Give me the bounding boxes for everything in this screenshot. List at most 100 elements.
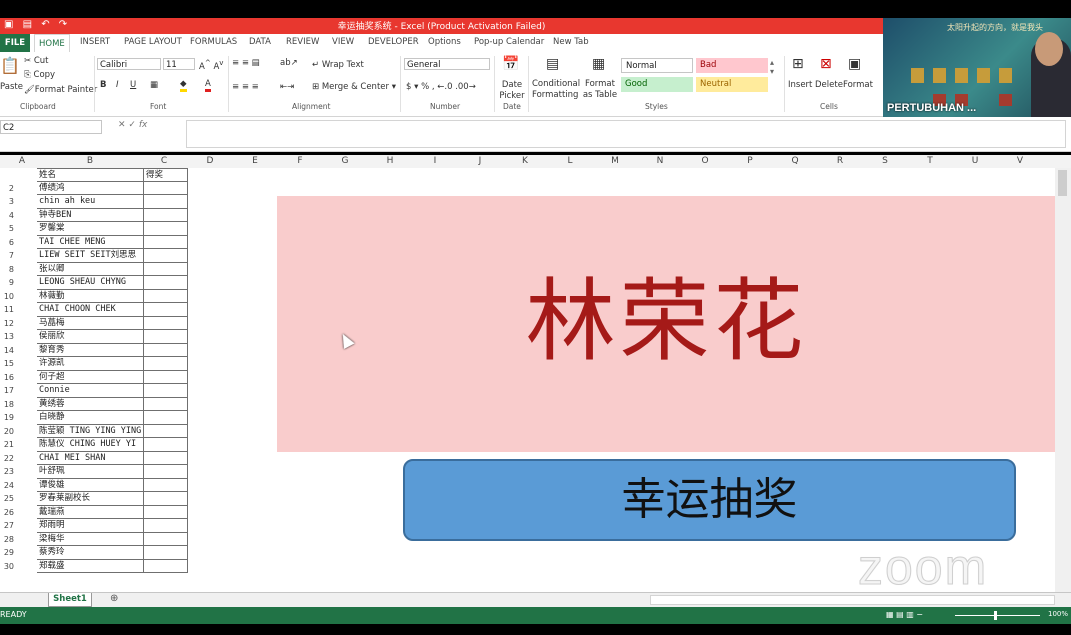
column-header-o[interactable]: O <box>695 155 715 168</box>
style-normal[interactable]: Normal <box>621 58 693 73</box>
name-cell[interactable]: LEONG SHEAU CHYNG <box>37 276 143 290</box>
row-header[interactable]: 29 <box>0 548 14 557</box>
prize-cell[interactable] <box>143 208 188 222</box>
paste-icon[interactable]: 📋 <box>0 56 20 75</box>
date-picker-button[interactable]: Date Picker <box>498 80 526 102</box>
row-header[interactable]: 22 <box>0 454 14 463</box>
row-header[interactable]: 5 <box>0 224 14 233</box>
name-cell[interactable]: 郑载盛 <box>37 560 143 573</box>
tab-formulas[interactable]: FORMULAS <box>190 37 237 47</box>
font-name-select[interactable]: Calibri <box>97 58 161 70</box>
tab-view[interactable]: VIEW <box>332 37 354 47</box>
worksheet-grid[interactable]: 姓名 得奖 林荣花 幸运抽奖 zoom 2 傅绩鸿 3 chin ah keu 4 钟寺B… <box>0 168 1055 592</box>
prize-cell[interactable] <box>143 411 188 425</box>
row-header[interactable]: 17 <box>0 386 14 395</box>
number-format-select[interactable]: General <box>404 58 490 70</box>
name-cell[interactable]: 黄绣蓉 <box>37 398 143 411</box>
column-header-b[interactable]: B <box>80 155 100 168</box>
prize-cell[interactable] <box>143 559 188 573</box>
prize-cell[interactable] <box>143 316 188 330</box>
row-header[interactable]: 4 <box>0 211 14 220</box>
prize-cell[interactable] <box>143 370 188 384</box>
prize-cell[interactable] <box>143 546 188 560</box>
name-cell[interactable]: 何子超 <box>37 371 143 384</box>
name-cell[interactable]: TAI CHEE MENG <box>37 236 143 249</box>
borders-icon[interactable]: ▦ <box>150 80 158 90</box>
name-cell[interactable]: 戴瑞燕 <box>37 506 143 519</box>
row-header[interactable]: 13 <box>0 332 14 341</box>
column-header-s[interactable]: S <box>875 155 895 168</box>
tab-home[interactable]: HOME <box>34 34 70 53</box>
insert-cells-button[interactable]: Insert <box>788 80 812 90</box>
row-header[interactable]: 15 <box>0 359 14 368</box>
name-cell[interactable]: 罗馨棠 <box>37 222 143 236</box>
prize-cell[interactable] <box>143 532 188 546</box>
align-top-icon[interactable]: ≡ ≡ ▤ <box>232 58 260 68</box>
enter-icon[interactable]: ✓ <box>128 120 136 130</box>
row-header[interactable]: 23 <box>0 467 14 476</box>
style-good[interactable]: Good <box>621 77 693 92</box>
zoom-video-thumbnail[interactable]: 太阳升起的方向，就是我头 PERTUBUHAN ... <box>883 18 1071 122</box>
row-header[interactable]: 7 <box>0 251 14 260</box>
name-cell[interactable]: 马蕌梅 <box>37 317 143 330</box>
lucky-draw-button[interactable]: 幸运抽奖 <box>403 459 1016 541</box>
column-header-a[interactable]: A <box>12 155 32 168</box>
name-cell[interactable]: 林薇勤 <box>37 290 143 303</box>
prize-cell[interactable] <box>143 424 188 438</box>
column-header-n[interactable]: N <box>650 155 670 168</box>
tab-data[interactable]: DATA <box>249 37 271 47</box>
name-cell[interactable]: 许源凯 <box>37 357 143 371</box>
prize-cell[interactable] <box>143 235 188 249</box>
row-header[interactable]: 16 <box>0 373 14 382</box>
tab-developer[interactable]: DEVELOPER <box>368 37 419 47</box>
tab-page-layout[interactable]: PAGE LAYOUT <box>124 37 182 47</box>
row-header[interactable]: 19 <box>0 413 14 422</box>
format-as-table-button[interactable]: Format as Table <box>580 79 620 101</box>
column-header-v[interactable]: V <box>1010 155 1030 168</box>
orientation-icon[interactable]: ab↗ <box>280 58 298 68</box>
row-header[interactable]: 2 <box>0 184 14 193</box>
prize-cell[interactable] <box>143 478 188 492</box>
prize-cell[interactable] <box>143 262 188 276</box>
prize-cell[interactable] <box>143 451 188 465</box>
prize-cell[interactable] <box>143 289 188 303</box>
add-sheet-icon[interactable]: ⊕ <box>110 593 118 604</box>
zoom-slider[interactable] <box>955 615 1040 616</box>
name-cell[interactable]: 傅绩鸿 <box>37 182 143 195</box>
name-cell[interactable]: 钟寺BEN <box>37 209 143 222</box>
vertical-scroll-thumb[interactable] <box>1058 170 1067 196</box>
column-header-d[interactable]: D <box>200 155 220 168</box>
fx-icon[interactable]: fx <box>139 120 148 130</box>
column-header-e[interactable]: E <box>245 155 265 168</box>
font-size-select[interactable]: 11 <box>163 58 195 70</box>
prize-cell[interactable] <box>143 343 188 357</box>
row-header[interactable]: 28 <box>0 535 14 544</box>
prize-cell[interactable] <box>143 505 188 519</box>
column-header-m[interactable]: M <box>605 155 625 168</box>
prize-cell[interactable] <box>143 397 188 411</box>
name-cell[interactable]: 张以卿 <box>37 263 143 276</box>
tab-options[interactable]: Options <box>428 37 461 47</box>
style-neutral[interactable]: Neutral <box>696 77 768 92</box>
fill-color-icon[interactable]: ◆ <box>180 79 187 92</box>
prize-cell[interactable] <box>143 357 188 371</box>
column-header-k[interactable]: K <box>515 155 535 168</box>
prize-cell[interactable] <box>143 330 188 344</box>
prize-cell[interactable] <box>143 222 188 236</box>
paste-button[interactable]: Paste <box>0 82 23 92</box>
name-cell[interactable]: 陈莹颖 TING YING YING <box>37 425 143 438</box>
tab-insert[interactable]: INSERT <box>80 37 110 47</box>
cut-button[interactable]: ✂ Cut <box>24 56 48 66</box>
styles-scroll-icon[interactable]: ▴ ▾ <box>770 58 774 76</box>
name-cell[interactable]: 白晓静 <box>37 411 143 425</box>
row-header[interactable]: 6 <box>0 238 14 247</box>
name-cell[interactable]: 叶舒珮 <box>37 465 143 479</box>
column-header-f[interactable]: F <box>290 155 310 168</box>
merge-center-button[interactable]: ⊞ Merge & Center ▾ <box>312 82 396 92</box>
name-cell[interactable]: 谭俊雄 <box>37 479 143 492</box>
column-header-p[interactable]: P <box>740 155 760 168</box>
row-header[interactable]: 21 <box>0 440 14 449</box>
header-prize-cell[interactable]: 得奖 <box>143 168 188 182</box>
tab-review[interactable]: REVIEW <box>286 37 319 47</box>
header-name-cell[interactable]: 姓名 <box>37 168 143 182</box>
